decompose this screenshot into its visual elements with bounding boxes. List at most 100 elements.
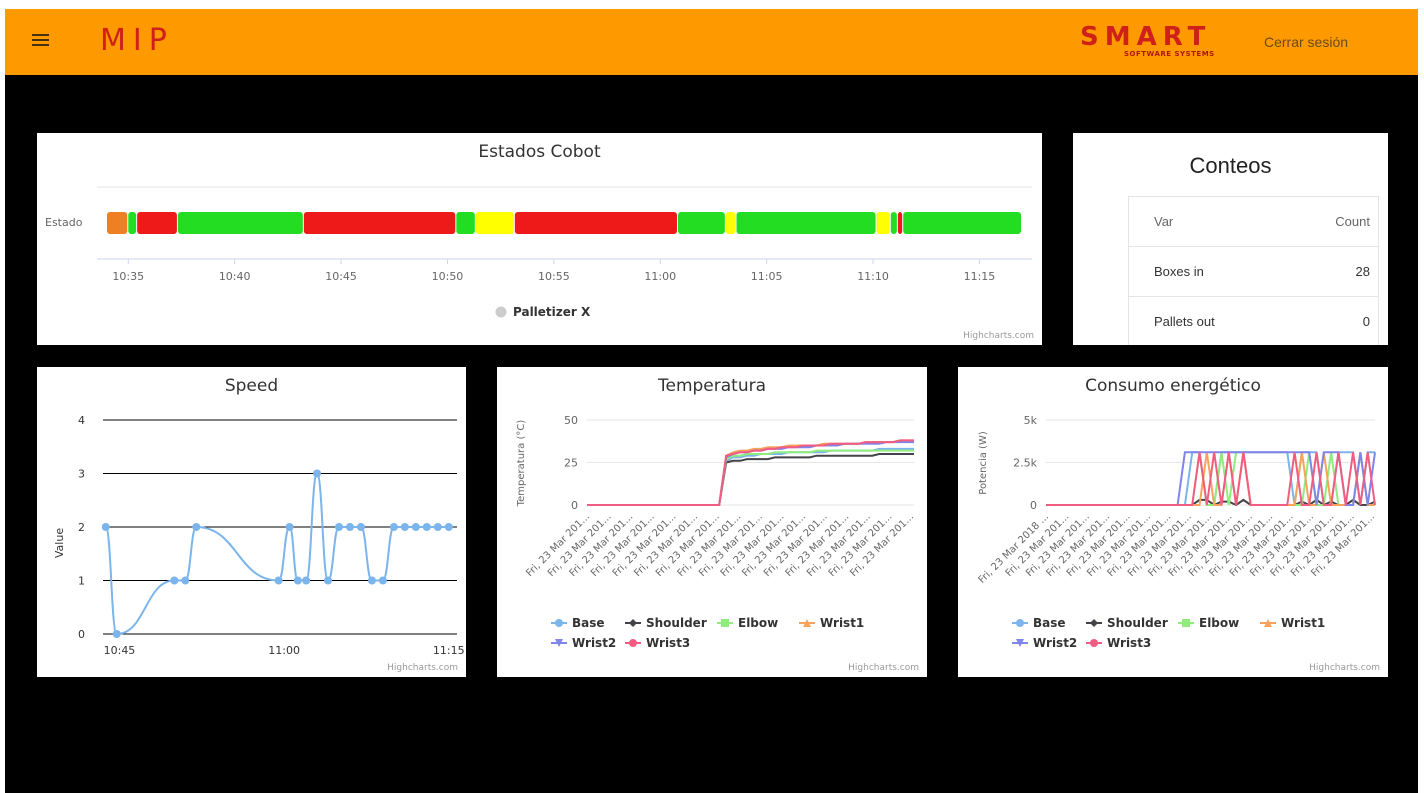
timeline-segment[interactable] bbox=[456, 212, 475, 234]
data-point[interactable] bbox=[324, 576, 333, 585]
x-tick-label: 10:40 bbox=[219, 270, 251, 283]
data-point[interactable] bbox=[285, 523, 294, 531]
x-tick-label: 10:35 bbox=[112, 270, 144, 283]
conteos-title: Conteos bbox=[1189, 153, 1272, 178]
data-point[interactable] bbox=[302, 576, 311, 585]
x-tick-label: 11:00 bbox=[268, 644, 300, 657]
timeline-segment[interactable] bbox=[128, 212, 137, 234]
x-tick-label: 11:15 bbox=[964, 270, 996, 283]
data-point[interactable] bbox=[112, 630, 121, 638]
table-row: Pallets out 0 bbox=[1128, 296, 1379, 345]
consumo-energetico-panel: Consumo energético Potencia (W) 0 2.5k 5k … bbox=[958, 367, 1388, 677]
estados-category-label: Estado bbox=[45, 216, 83, 229]
y-tick-label: 0 bbox=[78, 628, 85, 641]
data-point[interactable] bbox=[274, 576, 283, 585]
y-tick-label: 2 bbox=[78, 521, 85, 534]
timeline-segment[interactable] bbox=[677, 212, 725, 234]
legend-item-elbow[interactable]: Elbow bbox=[1199, 616, 1239, 630]
highcharts-credit[interactable]: Highcharts.com bbox=[963, 331, 1034, 341]
temperatura-chart: Temperatura (°C) 02550 Fri, 23 Mar 201..… bbox=[516, 414, 916, 650]
timeline-segment[interactable] bbox=[876, 212, 890, 234]
data-point[interactable] bbox=[293, 576, 302, 585]
legend-item-wrist3[interactable]: Wrist3 bbox=[1107, 636, 1151, 650]
hamburger-menu-icon[interactable] bbox=[32, 34, 52, 50]
data-point[interactable] bbox=[192, 523, 201, 531]
legend-item-base[interactable]: Base bbox=[572, 616, 605, 630]
speed-chart: Value 0 1 2 3 4 10:45 11:00 11:15 bbox=[53, 414, 465, 657]
legend-item-wrist2[interactable]: Wrist2 bbox=[1033, 636, 1077, 650]
legend-item-elbow[interactable]: Elbow bbox=[738, 616, 778, 630]
row-count: 0 bbox=[1283, 296, 1379, 345]
estados-cobot-panel: Estados Cobot Estado 10:35 10:40 10:45 10:5… bbox=[37, 133, 1042, 345]
conteos-table: Var Count Boxes in 28 Pallets out 0 bbox=[1128, 196, 1379, 345]
speed-y-axis-label: Value bbox=[53, 528, 66, 558]
x-tick-label: 11:10 bbox=[857, 270, 889, 283]
temperatura-panel: Temperatura Temperatura (°C) 0 25 50 Fri, … bbox=[497, 367, 927, 677]
timeline-segment[interactable] bbox=[107, 212, 128, 234]
data-point[interactable] bbox=[378, 576, 387, 585]
legend-item-wrist1[interactable]: Wrist1 bbox=[820, 616, 864, 630]
data-point[interactable] bbox=[170, 576, 179, 585]
data-point[interactable] bbox=[335, 523, 343, 531]
x-tick-label: 11:05 bbox=[751, 270, 783, 283]
data-point[interactable] bbox=[389, 523, 398, 531]
highcharts-credit[interactable]: Highcharts.com bbox=[387, 663, 458, 673]
legend-item-base[interactable]: Base bbox=[1033, 616, 1066, 630]
data-point[interactable] bbox=[356, 523, 365, 531]
conteos-panel: Conteos Var Count Boxes in 28 Pallets ou… bbox=[1073, 133, 1388, 345]
timeline-segment[interactable] bbox=[897, 212, 903, 234]
data-point[interactable] bbox=[367, 576, 376, 585]
smart-logo-subtext: Software Systems bbox=[1124, 50, 1215, 58]
x-tick-label: 10:55 bbox=[538, 270, 570, 283]
series-line-base bbox=[587, 447, 914, 506]
legend-marker-icon bbox=[555, 619, 563, 627]
legend-palletizer-x[interactable]: Palletizer X bbox=[513, 305, 591, 319]
timeline-segment[interactable] bbox=[903, 212, 1021, 234]
y-tick-label: 50 bbox=[564, 414, 578, 427]
legend-item-wrist2[interactable]: Wrist2 bbox=[572, 636, 616, 650]
table-header-row: Var Count bbox=[1128, 196, 1379, 247]
data-point[interactable] bbox=[345, 523, 354, 531]
x-tick-label: 11:00 bbox=[644, 270, 676, 283]
y-tick-label: 5k bbox=[1024, 414, 1038, 427]
legend-item-shoulder[interactable]: Shoulder bbox=[1107, 616, 1168, 630]
timeline-segment[interactable] bbox=[514, 212, 677, 234]
mip-logo: MIP bbox=[100, 23, 174, 58]
timeline-segment[interactable] bbox=[177, 212, 303, 234]
highcharts-credit[interactable]: Highcharts.com bbox=[1309, 663, 1380, 673]
y-tick-label: 0 bbox=[1030, 499, 1037, 512]
highcharts-credit[interactable]: Highcharts.com bbox=[848, 663, 919, 673]
data-point[interactable] bbox=[400, 523, 409, 531]
timeline-segment[interactable] bbox=[736, 212, 876, 234]
estados-timeline-chart: Estado 10:35 10:40 10:45 10:50 10:55 11:00 11:… bbox=[45, 186, 1032, 319]
y-tick-label: 3 bbox=[78, 468, 85, 481]
timeline-segment[interactable] bbox=[725, 212, 736, 234]
col-header-var: Var bbox=[1128, 196, 1284, 247]
timeline-segment[interactable] bbox=[137, 212, 177, 234]
legend-marker-icon bbox=[1182, 619, 1190, 627]
data-point[interactable] bbox=[411, 523, 420, 531]
legend-item-shoulder[interactable]: Shoulder bbox=[646, 616, 707, 630]
data-point[interactable] bbox=[313, 469, 322, 478]
consumo-y-axis-label: Potencia (W) bbox=[978, 431, 989, 495]
data-point[interactable] bbox=[444, 523, 453, 531]
data-point[interactable] bbox=[181, 576, 190, 585]
timeline-segment[interactable] bbox=[890, 212, 897, 234]
legend-item-wrist3[interactable]: Wrist3 bbox=[646, 636, 690, 650]
speed-panel: Speed Value 0 1 2 3 4 10:45 11:00 11:15 Highcha… bbox=[37, 367, 466, 677]
timeline-segment[interactable] bbox=[303, 212, 456, 234]
consumo-chart: Potencia (W) 02.5k5k Fri, 23 Mar 2018 ..… bbox=[977, 414, 1378, 650]
data-point[interactable] bbox=[101, 523, 110, 531]
app-window: MIP SMART Software Systems Cerrar sesión… bbox=[5, 9, 1418, 793]
legend-item-wrist1[interactable]: Wrist1 bbox=[1281, 616, 1325, 630]
x-tick-label: 10:45 bbox=[325, 270, 357, 283]
row-count: 28 bbox=[1283, 246, 1379, 297]
legend-marker-icon bbox=[1090, 619, 1098, 627]
y-tick-label: 4 bbox=[78, 414, 85, 427]
data-point[interactable] bbox=[433, 523, 442, 531]
timeline-segment[interactable] bbox=[475, 212, 514, 234]
logout-link[interactable]: Cerrar sesión bbox=[1264, 34, 1348, 50]
data-point[interactable] bbox=[422, 523, 431, 531]
legend-marker-icon[interactable] bbox=[495, 306, 507, 318]
temperatura-y-axis-label: Temperatura (°C) bbox=[516, 420, 527, 508]
